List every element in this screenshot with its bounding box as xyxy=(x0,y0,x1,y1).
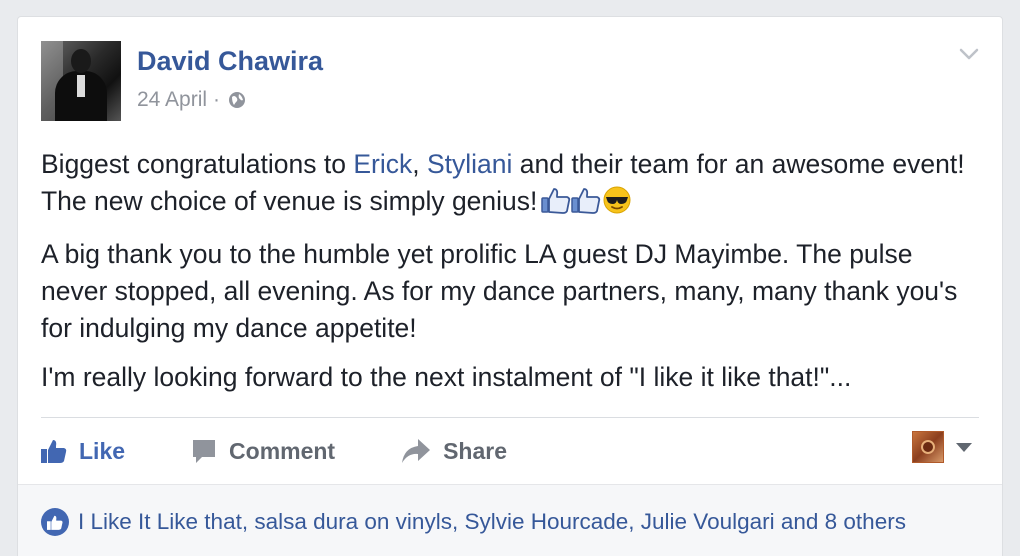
like-reaction-icon xyxy=(41,508,69,536)
mention-link[interactable]: Erick xyxy=(353,149,412,179)
post-body: Biggest congratulations to Erick, Stylia… xyxy=(41,146,981,408)
avatar[interactable] xyxy=(41,41,121,121)
post-card: David Chawira 24 April · Biggest congrat… xyxy=(17,16,1003,556)
post-paragraph-1: Biggest congratulations to Erick, Stylia… xyxy=(41,146,981,224)
page-avatar xyxy=(912,431,944,463)
thumbs-up-emoji-icon xyxy=(541,186,571,224)
page-identity-selector[interactable] xyxy=(912,431,972,463)
likes-bar: I Like It Like that, salsa dura on vinyl… xyxy=(18,484,1002,556)
share-label: Share xyxy=(443,437,508,464)
mention-link[interactable]: Styliani xyxy=(427,149,512,179)
likes-summary[interactable]: I Like It Like that, salsa dura on vinyl… xyxy=(41,508,906,536)
divider xyxy=(41,417,979,418)
comment-button[interactable]: Comment xyxy=(191,438,335,465)
like-label: Like xyxy=(79,437,126,464)
comment-icon xyxy=(193,440,216,463)
author-name[interactable]: David Chawira xyxy=(137,46,323,77)
post-date[interactable]: 24 April xyxy=(137,88,207,112)
share-icon xyxy=(402,439,431,463)
caret-down-icon xyxy=(956,442,972,452)
meta-separator: · xyxy=(213,88,221,111)
globe-icon[interactable] xyxy=(228,91,246,109)
comment-label: Comment xyxy=(229,437,336,464)
sunglasses-emoji-icon xyxy=(603,186,631,224)
share-button[interactable]: Share xyxy=(401,438,507,465)
likes-text: I Like It Like that, salsa dura on vinyl… xyxy=(78,509,906,534)
action-bar: Like Comment Share xyxy=(41,434,573,468)
post-meta: 24 April · xyxy=(137,88,246,112)
thumbs-up-icon xyxy=(41,440,67,463)
thumbs-up-emoji-icon xyxy=(571,186,601,224)
post-paragraph-3: I'm really looking forward to the next i… xyxy=(41,362,852,392)
chevron-down-icon[interactable] xyxy=(958,45,980,63)
post-paragraph-2: A big thank you to the humble yet prolif… xyxy=(41,239,958,343)
like-button[interactable]: Like xyxy=(41,438,125,465)
